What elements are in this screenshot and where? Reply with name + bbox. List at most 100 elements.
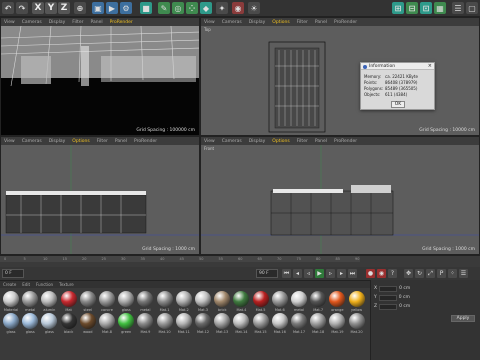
- viewport-menu-item[interactable]: Filter: [297, 139, 308, 144]
- viewport-menu-item[interactable]: Panel: [315, 139, 327, 144]
- viewport-top[interactable]: View Cameras Display Options Filter Panel ProR…: [200, 17, 480, 136]
- snap-icon[interactable]: ⊞: [392, 2, 404, 14]
- workplane-icon[interactable]: ⊟: [406, 2, 418, 14]
- viewport-front[interactable]: View Cameras Display Options Filter Panel ProR…: [200, 136, 480, 255]
- next-key-icon[interactable]: ▸: [337, 269, 346, 278]
- coordinate-system-icon[interactable]: ⊕: [74, 2, 86, 14]
- viewport-menu-item[interactable]: View: [204, 139, 215, 144]
- material-swatch[interactable]: [175, 313, 192, 329]
- close-icon[interactable]: ×: [428, 63, 432, 70]
- material-swatch[interactable]: [22, 313, 39, 329]
- next-frame-icon[interactable]: ▹: [326, 269, 335, 278]
- material-swatch[interactable]: [271, 313, 288, 329]
- material-swatch[interactable]: [41, 291, 58, 307]
- scene-icon[interactable]: ✦: [216, 2, 228, 14]
- material-swatch[interactable]: [60, 291, 77, 307]
- material-swatch[interactable]: [118, 291, 135, 307]
- param-key-icon[interactable]: P: [437, 269, 446, 278]
- viewport-menu-item[interactable]: Options: [272, 20, 289, 25]
- light-icon[interactable]: ☀: [248, 2, 260, 14]
- material-menu-item[interactable]: Texture: [59, 282, 74, 287]
- viewport-menu-item[interactable]: Display: [49, 20, 66, 25]
- render-view-icon[interactable]: ▣: [92, 2, 104, 14]
- viewport-right[interactable]: View Cameras Display Options Filter Panel ProR…: [0, 136, 200, 255]
- viewport-menu-item[interactable]: Cameras: [222, 20, 242, 25]
- viewport-menu-item[interactable]: Panel: [315, 20, 327, 25]
- array-icon[interactable]: ⁘: [186, 2, 198, 14]
- viewport-menu-item[interactable]: ProRender: [334, 20, 357, 25]
- viewport-menu-item[interactable]: Filter: [72, 20, 83, 25]
- coord-z-field[interactable]: [379, 303, 398, 310]
- material-swatch[interactable]: [310, 313, 327, 329]
- material-swatch[interactable]: [271, 291, 288, 307]
- viewport-menu-item[interactable]: Filter: [297, 20, 308, 25]
- material-swatch[interactable]: [22, 291, 39, 307]
- material-menu-item[interactable]: Create: [3, 282, 16, 287]
- play-icon[interactable]: ▶: [315, 269, 324, 278]
- timeline[interactable]: 0 5 10 15 20 25 30 35 40 45 50 55 60 65 70 75 80 85 90: [0, 255, 480, 267]
- material-swatch[interactable]: [79, 313, 96, 329]
- render-settings-icon[interactable]: ⚙: [120, 2, 132, 14]
- viewport-menu-item[interactable]: ProRender: [134, 139, 157, 144]
- record-icon[interactable]: ●: [366, 269, 375, 278]
- end-frame-field[interactable]: 90 F: [256, 269, 278, 278]
- viewport-menu-item[interactable]: ProRender: [110, 20, 133, 25]
- material-swatch[interactable]: [99, 291, 115, 307]
- camera-icon[interactable]: ◉: [232, 2, 244, 14]
- previous-key-icon[interactable]: ◂: [293, 269, 302, 278]
- move-key-icon[interactable]: ✥: [404, 269, 413, 278]
- viewport-menu-item[interactable]: Display: [249, 20, 266, 25]
- material-menu-item[interactable]: Function: [36, 282, 53, 287]
- timeline-menu-icon[interactable]: ☰: [459, 269, 468, 278]
- redo-icon[interactable]: ↷: [16, 2, 28, 14]
- fullscreen-icon[interactable]: ▢: [466, 2, 478, 14]
- quantize-icon[interactable]: ▦: [434, 2, 446, 14]
- scale-key-icon[interactable]: ⤢: [426, 269, 435, 278]
- material-swatch[interactable]: [252, 313, 269, 329]
- point-level-icon[interactable]: ⁘: [448, 269, 457, 278]
- viewport-menu-item[interactable]: Display: [49, 139, 66, 144]
- viewport-menu-item[interactable]: Cameras: [22, 20, 42, 25]
- go-to-start-icon[interactable]: ⏮: [282, 269, 291, 278]
- coord-x-field[interactable]: [379, 285, 398, 292]
- material-swatch[interactable]: [137, 313, 154, 329]
- cube-icon[interactable]: ■: [140, 2, 152, 14]
- material-swatch[interactable]: [60, 313, 77, 329]
- material-swatch[interactable]: [329, 313, 346, 329]
- material-swatch[interactable]: [348, 291, 365, 307]
- material-swatch[interactable]: [156, 291, 173, 307]
- material-swatch[interactable]: [195, 313, 211, 329]
- coord-y-field[interactable]: [378, 294, 397, 301]
- axis-z-button[interactable]: Z: [58, 2, 70, 14]
- keyframe-selection-icon[interactable]: ?: [388, 269, 397, 278]
- viewport-menu-item[interactable]: Cameras: [22, 139, 42, 144]
- axis-lock-icon[interactable]: ⊡: [420, 2, 432, 14]
- go-to-end-icon[interactable]: ⏭: [348, 269, 357, 278]
- viewport-menu-item[interactable]: Cameras: [222, 139, 242, 144]
- material-swatch[interactable]: [99, 313, 115, 329]
- material-swatch[interactable]: [348, 313, 365, 329]
- material-swatch[interactable]: [291, 291, 307, 307]
- previous-frame-icon[interactable]: ◃: [304, 269, 313, 278]
- axis-x-button[interactable]: X: [32, 2, 44, 14]
- material-swatch[interactable]: [214, 291, 231, 307]
- viewport-menu-item[interactable]: Options: [72, 139, 89, 144]
- material-swatch[interactable]: [3, 291, 19, 307]
- viewport-perspective[interactable]: View Cameras Display Filter Panel ProRender G…: [0, 17, 200, 136]
- material-swatch[interactable]: [310, 291, 327, 307]
- viewport-menu-item[interactable]: Panel: [115, 139, 127, 144]
- render-picture-icon[interactable]: ▶: [106, 2, 118, 14]
- undo-icon[interactable]: ↶: [2, 2, 14, 14]
- timeline-ruler[interactable]: 0 5 10 15 20 25 30 35 40 45 50 55 60 65 70 75 80 85 90: [0, 256, 360, 262]
- material-swatch[interactable]: [195, 291, 211, 307]
- material-swatch[interactable]: [252, 291, 269, 307]
- pen-spline-icon[interactable]: ✎: [158, 2, 170, 14]
- viewport-menu-item[interactable]: Filter: [97, 139, 108, 144]
- deformer-icon[interactable]: ◆: [200, 2, 212, 14]
- viewport-menu-item[interactable]: View: [4, 139, 15, 144]
- material-menu-item[interactable]: Edit: [22, 282, 30, 287]
- material-swatch[interactable]: [79, 291, 96, 307]
- material-swatch[interactable]: [214, 313, 231, 329]
- material-swatch[interactable]: [175, 291, 192, 307]
- material-swatch[interactable]: [156, 313, 173, 329]
